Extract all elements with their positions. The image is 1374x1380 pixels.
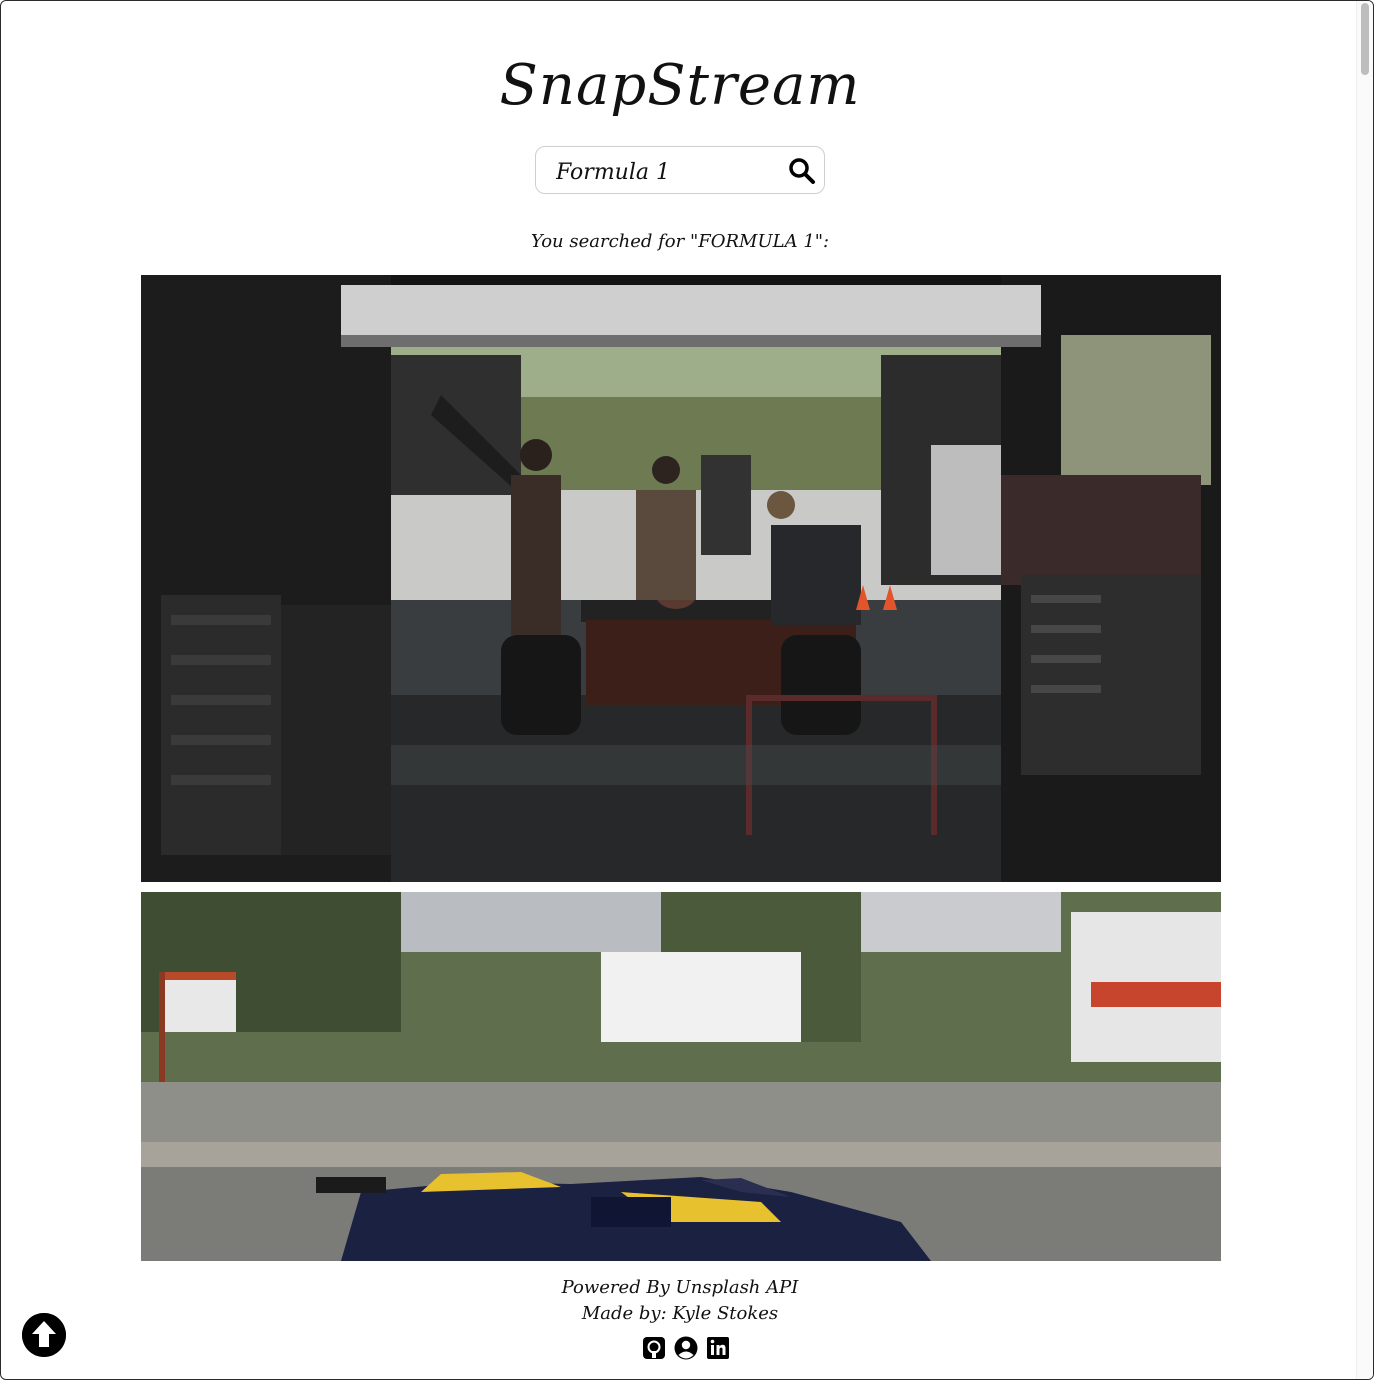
search-input[interactable] <box>554 155 780 189</box>
github-icon <box>643 1337 665 1359</box>
result-photo[interactable] <box>141 275 1221 882</box>
linkedin-icon <box>707 1337 729 1359</box>
arrow-up-circle-icon <box>22 1313 66 1357</box>
user-circle-icon <box>674 1336 698 1360</box>
photo-race-car <box>141 892 1221 1261</box>
search-icon <box>789 158 815 184</box>
result-photo[interactable] <box>141 892 1221 1261</box>
made-by-text: Made by: Kyle Stokes <box>581 1303 779 1324</box>
scrollbar-thumb[interactable] <box>1361 3 1369 75</box>
search-button[interactable] <box>786 155 818 187</box>
portfolio-link[interactable] <box>674 1335 698 1361</box>
page-title: SnapStream <box>499 53 861 118</box>
search-bar <box>535 146 825 194</box>
back-to-top-button[interactable] <box>22 1313 66 1357</box>
linkedin-link[interactable] <box>706 1335 730 1361</box>
powered-by-text: Powered By Unsplash API <box>561 1277 799 1298</box>
search-result-label: You searched for "FORMULA 1": <box>530 231 830 252</box>
browser-viewport: SnapStream You searched for "FORMULA 1": <box>0 0 1374 1380</box>
social-links <box>642 1335 730 1361</box>
github-link[interactable] <box>642 1335 666 1361</box>
vertical-scrollbar[interactable] <box>1356 1 1373 1379</box>
photo-pit-garage <box>141 275 1221 882</box>
